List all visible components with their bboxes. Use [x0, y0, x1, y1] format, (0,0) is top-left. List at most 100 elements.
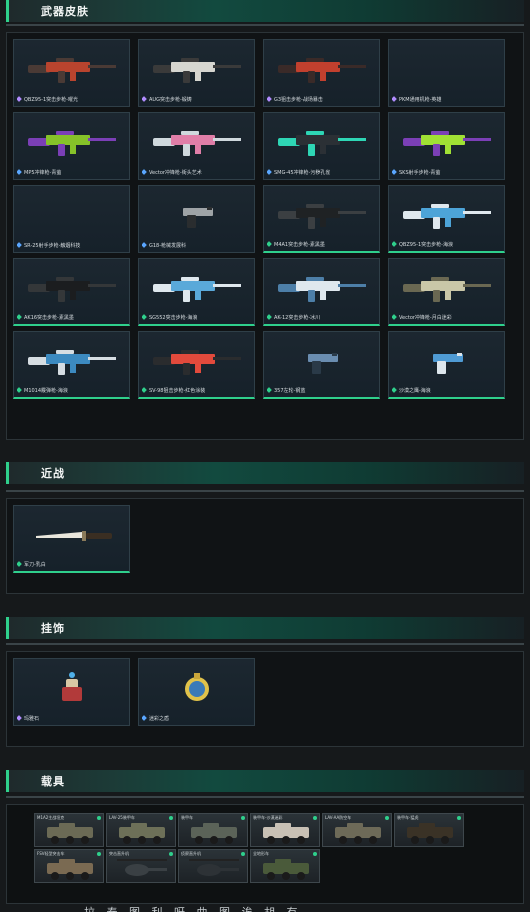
- item-name: 军刀-乳白: [24, 562, 46, 568]
- weapon-skin-card[interactable]: Vector冲锋枪-月白迷彩: [388, 258, 505, 326]
- weapon-image: [278, 131, 366, 156]
- owned-indicator-icon: [313, 816, 317, 820]
- vehicle-card[interactable]: FSV轻型突击车: [34, 849, 104, 883]
- shield-image: [185, 673, 209, 701]
- item-name: Vector冲锋枪-街头艺术: [149, 170, 202, 176]
- vehicle-image: [263, 823, 309, 844]
- weapon-skin-card[interactable]: Vector冲锋枪-街头艺术: [138, 112, 255, 180]
- item-label: 357左轮-钢蓝: [267, 387, 377, 394]
- vehicle-image: [191, 823, 237, 844]
- item-name: 玛雅石: [24, 716, 40, 722]
- weapon-skin-card[interactable]: M4A1突击步枪-素黑墨: [263, 185, 380, 253]
- weapon-image: [183, 207, 213, 228]
- rarity-gem-icon: [17, 387, 22, 393]
- weapon-skin-card[interactable]: G18-枪械发展科: [138, 185, 255, 253]
- weapon-skin-card[interactable]: G3狙击步枪-战场暴击: [263, 39, 380, 107]
- vehicle-card[interactable]: 装甲车: [178, 813, 248, 847]
- item-label: 沙漠之鹰-海浪: [392, 387, 502, 394]
- item-name: QBZ95-1突击步枪-海浪: [399, 242, 453, 248]
- rarity-gem-icon: [392, 387, 397, 393]
- weapon-skins-panel: QBZ95-1突击步枪-曜光 AUG突击步枪-锻铸 G3狙击步枪-战场暴击 PKM…: [6, 32, 524, 440]
- rarity-gem-icon: [267, 96, 272, 102]
- pendant-title: 挂饰: [41, 622, 65, 635]
- item-name: SV-98狙击步枪-红色涂装: [149, 388, 206, 394]
- item-label: 玛雅石: [17, 715, 127, 722]
- vehicle-image: [47, 823, 93, 844]
- weapon-image: [403, 131, 491, 156]
- vehicle-card[interactable]: 装甲车-猛虎: [394, 813, 464, 847]
- section-divider: [6, 490, 524, 492]
- melee-skin-card[interactable]: 军刀-乳白: [13, 505, 130, 573]
- rarity-gem-icon: [267, 387, 272, 393]
- weapon-skin-card[interactable]: SR-25射手步枪-触烟科技: [13, 185, 130, 253]
- vehicles-title: 载具: [41, 775, 65, 788]
- item-name: AUG突击步枪-锻铸: [149, 97, 192, 103]
- owned-indicator-icon: [169, 852, 173, 856]
- weapon-image: [278, 58, 366, 83]
- owned-indicator-icon: [169, 816, 173, 820]
- weapon-skin-card[interactable]: MP5冲锋枪-青萤: [13, 112, 130, 180]
- weapon-image: [433, 353, 463, 374]
- vehicle-card[interactable]: M1A2主战坦克: [34, 813, 104, 847]
- weapon-image: [28, 277, 116, 302]
- weapon-image: [278, 204, 366, 229]
- weapon-skin-card[interactable]: 沙漠之鹰-海浪: [388, 331, 505, 399]
- item-name: PKM通用机枪-英雄: [399, 97, 442, 103]
- totem-image: [62, 672, 82, 701]
- weapon-skin-card[interactable]: 357左轮-钢蓝: [263, 331, 380, 399]
- section-divider: [6, 24, 524, 26]
- weapon-skin-card[interactable]: SKS射手步枪-青萤: [388, 112, 505, 180]
- pendant-card[interactable]: 迷彩之盾: [138, 658, 255, 726]
- weapon-skin-card[interactable]: SG552突击步枪-海浪: [138, 258, 255, 326]
- vehicle-card[interactable]: 全地形车: [250, 849, 320, 883]
- item-name: SG552突击步枪-海浪: [149, 315, 198, 321]
- rarity-gem-icon: [17, 314, 22, 320]
- item-label: M1014霰弹枪-海浪: [17, 387, 127, 394]
- rarity-gem-icon: [142, 387, 147, 393]
- item-name: 迷彩之盾: [149, 716, 170, 722]
- rarity-gem-icon: [17, 96, 22, 102]
- rarity-gem-icon: [267, 314, 272, 320]
- rarity-gem-icon: [392, 241, 397, 247]
- item-name: Vector冲锋枪-月白迷彩: [399, 315, 452, 321]
- weapon-image: [403, 204, 491, 229]
- weapon-skin-card[interactable]: QBZ95-1突击步枪-海浪: [388, 185, 505, 253]
- weapon-skin-card[interactable]: AK16突击步枪-素黑墨: [13, 258, 130, 326]
- weapon-image: [28, 350, 116, 375]
- pendant-panel: 玛雅石 迷彩之盾: [6, 651, 524, 747]
- item-name: SKS射手步枪-青萤: [399, 170, 441, 176]
- pendant-header: 挂饰: [6, 617, 524, 639]
- weapon-skin-card[interactable]: SMG-45冲锋枪-污秽孔雀: [263, 112, 380, 180]
- weapon-skin-card[interactable]: PKM通用机枪-英雄: [388, 39, 505, 107]
- vehicle-card[interactable]: 装甲车-沙漠迷彩: [250, 813, 320, 847]
- item-name: 沙漠之鹰-海浪: [399, 388, 431, 394]
- weapon-image: [153, 350, 241, 375]
- owned-indicator-icon: [241, 852, 245, 856]
- rarity-gem-icon: [392, 96, 397, 102]
- vehicle-card[interactable]: 突击直升机: [106, 849, 176, 883]
- item-label: Vector冲锋枪-街头艺术: [142, 169, 252, 176]
- weapon-image: [278, 277, 366, 302]
- vehicle-image: [407, 823, 453, 844]
- weapon-skin-card[interactable]: AUG突击步枪-锻铸: [138, 39, 255, 107]
- item-label: QBZ95-1突击步枪-曜光: [17, 96, 127, 103]
- weapon-skin-card[interactable]: SV-98狙击步枪-红色涂装: [138, 331, 255, 399]
- weapon-skin-card[interactable]: AK-12突击步枪-冰川: [263, 258, 380, 326]
- item-label: AK-12突击步枪-冰川: [267, 314, 377, 321]
- item-label: SMG-45冲锋枪-污秽孔雀: [267, 169, 377, 176]
- item-label: SR-25射手步枪-触烟科技: [17, 242, 127, 249]
- weapon-skin-card[interactable]: M1014霰弹枪-海浪: [13, 331, 130, 399]
- item-label: AUG突击步枪-锻铸: [142, 96, 252, 103]
- vehicle-card[interactable]: LAV-AA防空车: [322, 813, 392, 847]
- knife-image: [36, 531, 112, 541]
- pendant-card[interactable]: 玛雅石: [13, 658, 130, 726]
- owned-indicator-icon: [457, 816, 461, 820]
- vehicle-card[interactable]: 侦察直升机: [178, 849, 248, 883]
- vehicle-card[interactable]: LAV-25装甲车: [106, 813, 176, 847]
- item-name: SMG-45冲锋枪-污秽孔雀: [274, 170, 331, 176]
- item-name: M1014霰弹枪-海浪: [24, 388, 68, 394]
- rarity-gem-icon: [17, 715, 22, 721]
- rarity-gem-icon: [142, 169, 147, 175]
- weapon-image: [28, 131, 116, 156]
- weapon-skin-card[interactable]: QBZ95-1突击步枪-曜光: [13, 39, 130, 107]
